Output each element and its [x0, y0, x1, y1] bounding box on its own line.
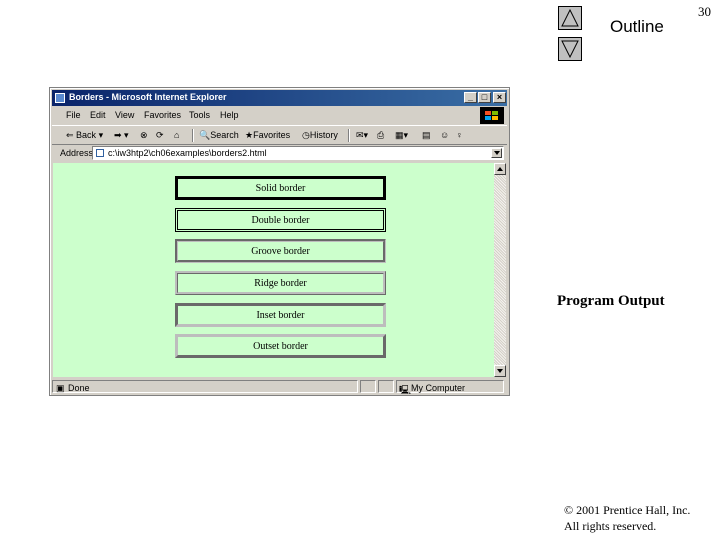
status-pane: [360, 380, 376, 393]
refresh-icon[interactable]: ⟳: [156, 130, 164, 141]
mail-icon[interactable]: ✉▾: [356, 130, 368, 141]
status-pane: [378, 380, 394, 393]
outline-link[interactable]: Outline: [610, 17, 664, 37]
back-button[interactable]: ⇐ Back ▾: [66, 130, 103, 141]
home-icon[interactable]: ⌂: [174, 130, 179, 140]
address-bar: Address c:\iw3htp2\ch06examples\borders2…: [52, 145, 507, 162]
discuss-icon[interactable]: ▤: [422, 130, 431, 141]
ridge-border-box: Ridge border: [175, 271, 386, 295]
copyright-line-1: © 2001 Prentice Hall, Inc.: [564, 503, 691, 517]
minimize-button[interactable]: _: [464, 92, 477, 103]
status-zone-pane: 🖳 My Computer: [396, 380, 504, 395]
status-zone: My Computer: [411, 383, 466, 393]
edit-icon[interactable]: ▦▾: [395, 130, 408, 141]
scroll-up-button[interactable]: [494, 163, 506, 175]
forward-button[interactable]: ➡ ▾: [114, 130, 129, 141]
menu-file[interactable]: File: [66, 110, 81, 120]
previous-slide-button[interactable]: [558, 6, 582, 30]
address-input[interactable]: c:\iw3htp2\ch06examples\borders2.html: [92, 146, 504, 160]
standard-toolbar: ⇐ Back ▾ ➡ ▾ ⊗ ⟳ ⌂ 🔍Search ★Favorites ◷H…: [52, 125, 507, 145]
groove-border-box: Groove border: [175, 239, 386, 263]
inset-border-box: Inset border: [175, 303, 386, 327]
research-icon[interactable]: ♀: [456, 130, 463, 140]
vertical-scrollbar[interactable]: [494, 163, 506, 377]
back-label: Back: [76, 130, 97, 140]
outset-border-box: Outset border: [175, 334, 386, 358]
program-output-label: Program Output: [557, 293, 665, 309]
menu-favorites[interactable]: Favorites: [144, 110, 181, 120]
copyright: © 2001 Prentice Hall, Inc. All rights re…: [564, 502, 690, 534]
maximize-button[interactable]: □: [478, 92, 491, 103]
page-content: Solid border Double border Groove border…: [53, 163, 494, 377]
triangle-down-icon: [561, 40, 579, 58]
computer-icon: 🖳: [399, 385, 412, 395]
scroll-down-button[interactable]: [494, 365, 506, 377]
chevron-down-icon: [497, 369, 503, 373]
chevron-down-icon: [494, 151, 500, 155]
status-pane-main: ▣ Done: [52, 380, 358, 393]
slide-number: 30: [698, 4, 711, 19]
messenger-icon[interactable]: ☺: [440, 130, 449, 140]
windows-logo-icon: [480, 107, 504, 124]
close-button[interactable]: ×: [493, 92, 506, 103]
stop-icon[interactable]: ⊗: [140, 130, 148, 141]
address-dropdown-button[interactable]: [491, 148, 502, 158]
page-icon: [96, 149, 104, 157]
print-icon[interactable]: ⎙: [377, 130, 384, 141]
menu-help[interactable]: Help: [220, 110, 239, 120]
address-value: c:\iw3htp2\ch06examples\borders2.html: [108, 148, 267, 158]
address-label: Address: [60, 148, 94, 158]
title-bar: Borders - Microsoft Internet Explorer _ …: [52, 90, 507, 106]
triangle-up-icon: [561, 9, 579, 27]
toolbar-separator: [192, 129, 194, 142]
solid-border-box: Solid border: [175, 176, 386, 200]
history-button[interactable]: ◷History: [302, 130, 338, 141]
ie-icon: [55, 93, 65, 103]
status-text: Done: [68, 383, 90, 393]
menu-bar: File Edit View Favorites Tools Help: [52, 107, 507, 124]
search-button[interactable]: 🔍Search: [199, 130, 239, 141]
history-label: History: [309, 130, 338, 140]
favorites-button[interactable]: ★Favorites: [245, 130, 290, 141]
done-icon: ▣: [56, 383, 65, 393]
status-bar: ▣ Done 🖳 My Computer: [52, 379, 507, 395]
next-slide-button[interactable]: [558, 37, 582, 61]
search-label: Search: [210, 130, 239, 140]
chevron-up-icon: [497, 167, 503, 171]
menu-view[interactable]: View: [115, 110, 134, 120]
double-border-box: Double border: [175, 208, 386, 232]
copyright-line-2: All rights reserved.: [564, 519, 657, 533]
menu-edit[interactable]: Edit: [90, 110, 106, 120]
menu-tools[interactable]: Tools: [189, 110, 210, 120]
browser-window: Borders - Microsoft Internet Explorer _ …: [49, 87, 510, 396]
window-title: Borders - Microsoft Internet Explorer: [69, 92, 227, 102]
favorites-label: Favorites: [253, 130, 291, 140]
toolbar-separator: [348, 129, 350, 142]
